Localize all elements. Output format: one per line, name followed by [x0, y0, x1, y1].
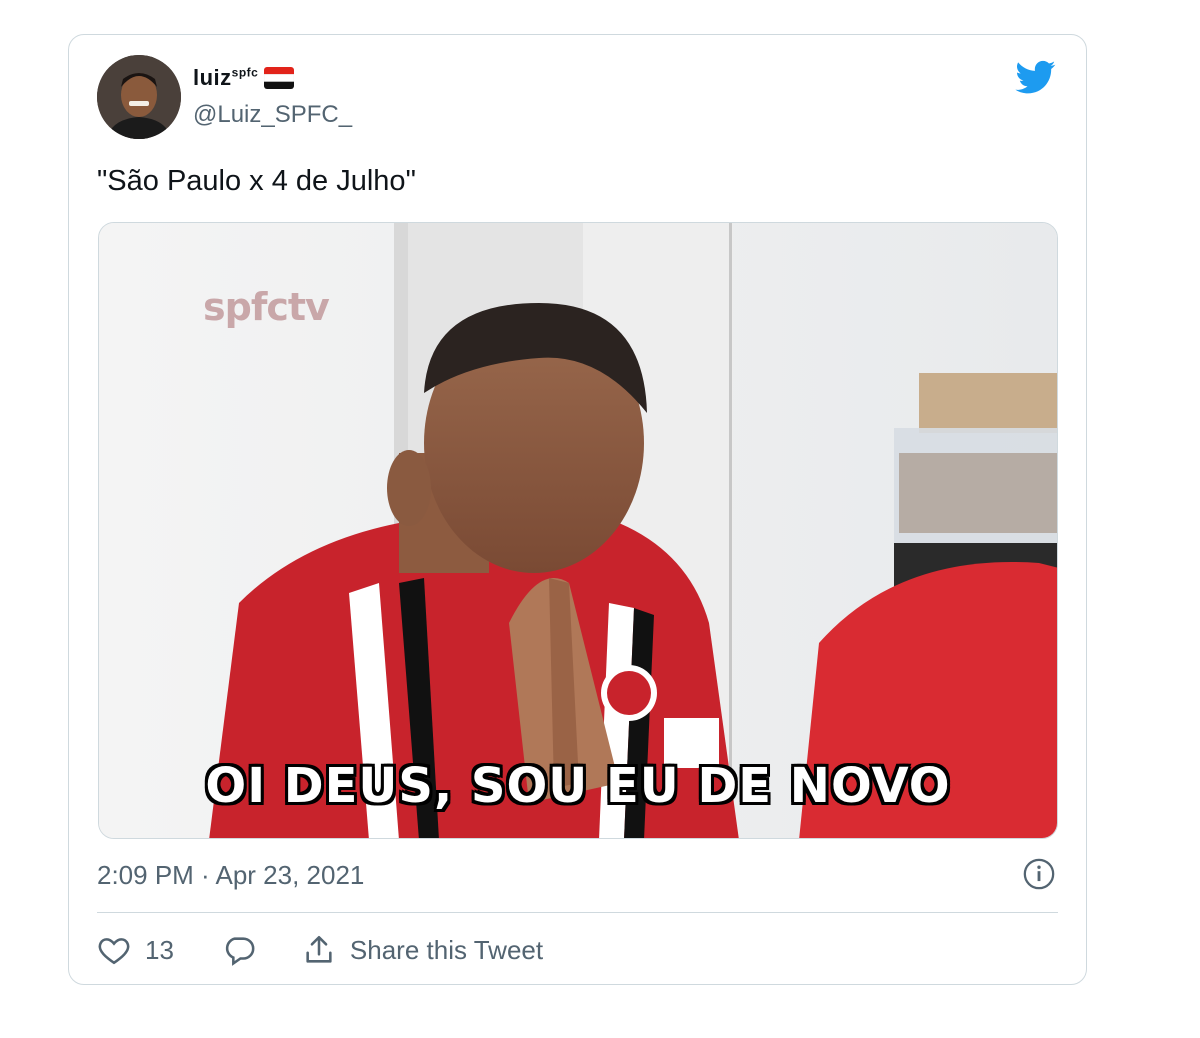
media-watermark: spfctv: [203, 285, 330, 329]
tweet-actions: 13 Share this Tweet: [97, 930, 543, 970]
info-icon[interactable]: [1022, 857, 1056, 891]
twitter-bird-icon[interactable]: [1014, 57, 1058, 97]
heart-icon: [98, 938, 130, 965]
tweet-card: luizspfc @Luiz_SPFC_ "São Paulo x 4 de J…: [68, 34, 1087, 985]
tweet-timestamp[interactable]: 2:09 PM · Apr 23, 2021: [97, 860, 364, 891]
flag-icon: [264, 67, 295, 89]
reply-icon: [225, 937, 255, 966]
share-label: Share this Tweet: [349, 934, 544, 965]
divider: [97, 912, 1058, 913]
author-name-row[interactable]: luizspfc: [193, 65, 295, 91]
like-count: 13: [145, 934, 174, 965]
avatar[interactable]: [97, 55, 181, 139]
author-handle[interactable]: @Luiz_SPFC_: [193, 101, 352, 129]
share-button[interactable]: Share this Tweet: [302, 933, 543, 967]
tweet-text: "São Paulo x 4 de Julho": [97, 165, 416, 197]
display-name[interactable]: luizspfc: [193, 65, 258, 91]
tweet-media[interactable]: spfctv OI DEUS, SOU EU DE NOVO: [98, 222, 1058, 839]
media-caption: OI DEUS, SOU EU DE NOVO: [205, 758, 951, 814]
reply-button[interactable]: [222, 933, 256, 967]
share-icon: [306, 935, 332, 963]
like-button[interactable]: 13: [97, 933, 174, 967]
